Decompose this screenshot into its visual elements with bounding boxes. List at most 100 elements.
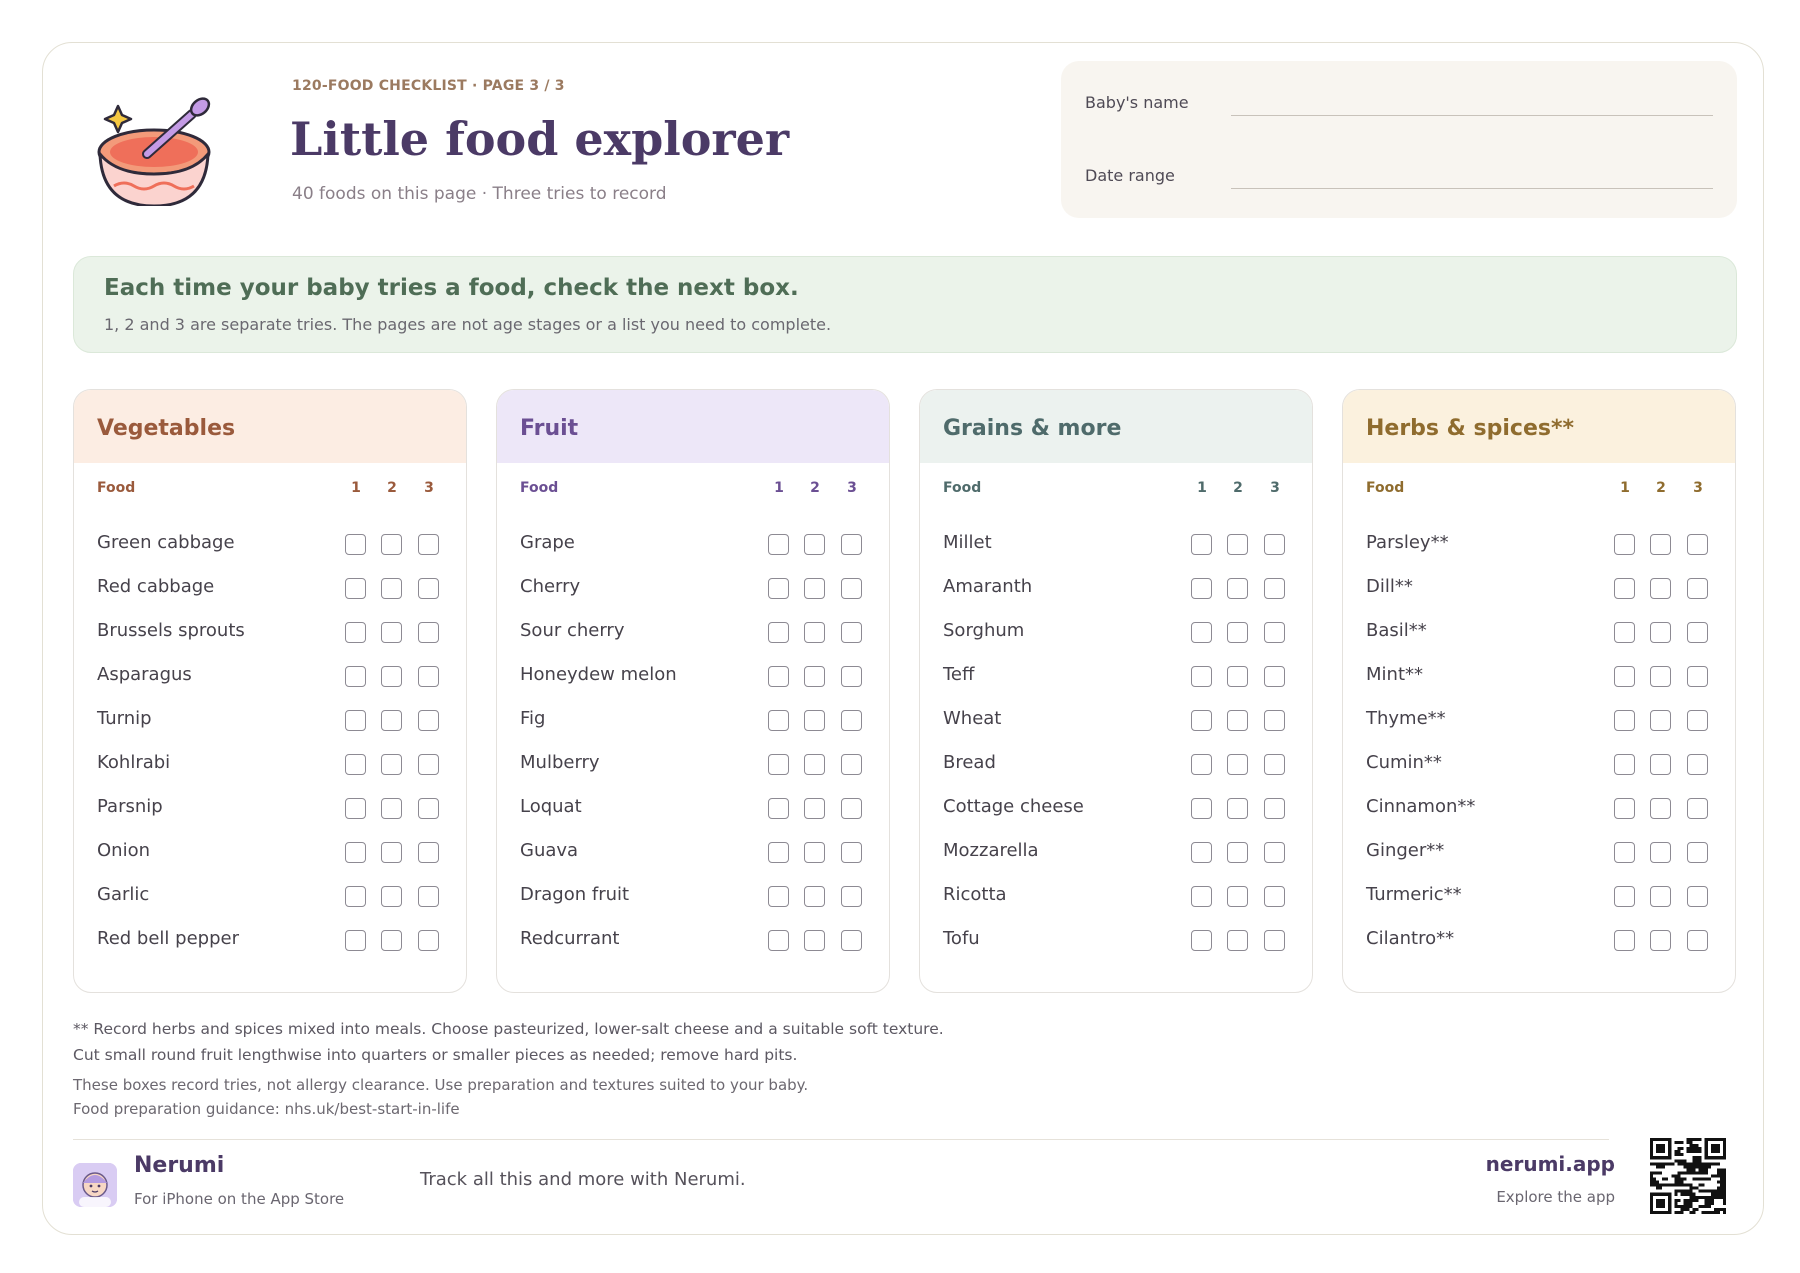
date-range-line[interactable]: [1231, 188, 1713, 189]
try-checkbox-2[interactable]: [1227, 578, 1248, 599]
try-checkbox-2[interactable]: [1227, 666, 1248, 687]
try-checkbox-3[interactable]: [841, 666, 862, 687]
try-checkbox-1[interactable]: [345, 666, 366, 687]
try-checkbox-3[interactable]: [1687, 930, 1708, 951]
try-checkbox-1[interactable]: [1614, 666, 1635, 687]
try-checkbox-1[interactable]: [1614, 930, 1635, 951]
try-checkbox-3[interactable]: [1264, 710, 1285, 731]
try-checkbox-1[interactable]: [345, 534, 366, 555]
try-checkbox-2[interactable]: [1650, 534, 1671, 555]
try-checkbox-1[interactable]: [1191, 578, 1212, 599]
try-checkbox-1[interactable]: [1614, 710, 1635, 731]
try-checkbox-3[interactable]: [1264, 886, 1285, 907]
try-checkbox-2[interactable]: [1227, 754, 1248, 775]
try-checkbox-1[interactable]: [345, 710, 366, 731]
try-checkbox-3[interactable]: [418, 534, 439, 555]
try-checkbox-3[interactable]: [1264, 842, 1285, 863]
try-checkbox-2[interactable]: [1650, 930, 1671, 951]
try-checkbox-2[interactable]: [1650, 842, 1671, 863]
try-checkbox-3[interactable]: [1687, 534, 1708, 555]
try-checkbox-1[interactable]: [1614, 578, 1635, 599]
try-checkbox-2[interactable]: [1227, 842, 1248, 863]
try-checkbox-2[interactable]: [1227, 622, 1248, 643]
try-checkbox-3[interactable]: [1264, 622, 1285, 643]
try-checkbox-3[interactable]: [1687, 710, 1708, 731]
try-checkbox-2[interactable]: [381, 578, 402, 599]
try-checkbox-2[interactable]: [804, 842, 825, 863]
try-checkbox-1[interactable]: [768, 534, 789, 555]
try-checkbox-2[interactable]: [1650, 754, 1671, 775]
try-checkbox-2[interactable]: [804, 754, 825, 775]
try-checkbox-3[interactable]: [1687, 666, 1708, 687]
try-checkbox-3[interactable]: [841, 842, 862, 863]
try-checkbox-1[interactable]: [345, 886, 366, 907]
try-checkbox-3[interactable]: [1264, 666, 1285, 687]
try-checkbox-3[interactable]: [418, 710, 439, 731]
try-checkbox-1[interactable]: [768, 798, 789, 819]
try-checkbox-1[interactable]: [1614, 798, 1635, 819]
try-checkbox-3[interactable]: [1687, 886, 1708, 907]
try-checkbox-1[interactable]: [1191, 930, 1212, 951]
try-checkbox-2[interactable]: [381, 930, 402, 951]
try-checkbox-2[interactable]: [804, 930, 825, 951]
try-checkbox-2[interactable]: [1227, 886, 1248, 907]
try-checkbox-3[interactable]: [841, 578, 862, 599]
try-checkbox-2[interactable]: [804, 622, 825, 643]
try-checkbox-1[interactable]: [1191, 886, 1212, 907]
try-checkbox-3[interactable]: [1264, 798, 1285, 819]
try-checkbox-3[interactable]: [418, 842, 439, 863]
try-checkbox-1[interactable]: [1614, 622, 1635, 643]
try-checkbox-3[interactable]: [1687, 754, 1708, 775]
try-checkbox-3[interactable]: [841, 798, 862, 819]
try-checkbox-1[interactable]: [1191, 710, 1212, 731]
try-checkbox-1[interactable]: [1191, 798, 1212, 819]
try-checkbox-1[interactable]: [345, 798, 366, 819]
try-checkbox-1[interactable]: [1614, 842, 1635, 863]
try-checkbox-2[interactable]: [1650, 622, 1671, 643]
try-checkbox-1[interactable]: [768, 578, 789, 599]
try-checkbox-3[interactable]: [418, 622, 439, 643]
try-checkbox-3[interactable]: [1687, 622, 1708, 643]
try-checkbox-3[interactable]: [841, 710, 862, 731]
try-checkbox-2[interactable]: [804, 666, 825, 687]
try-checkbox-3[interactable]: [418, 754, 439, 775]
try-checkbox-1[interactable]: [768, 754, 789, 775]
try-checkbox-1[interactable]: [1191, 666, 1212, 687]
try-checkbox-3[interactable]: [418, 578, 439, 599]
try-checkbox-1[interactable]: [1191, 842, 1212, 863]
try-checkbox-1[interactable]: [768, 886, 789, 907]
try-checkbox-1[interactable]: [345, 578, 366, 599]
try-checkbox-2[interactable]: [381, 710, 402, 731]
try-checkbox-3[interactable]: [1264, 578, 1285, 599]
try-checkbox-3[interactable]: [1687, 842, 1708, 863]
try-checkbox-2[interactable]: [1227, 930, 1248, 951]
try-checkbox-3[interactable]: [841, 754, 862, 775]
try-checkbox-1[interactable]: [345, 622, 366, 643]
try-checkbox-2[interactable]: [804, 798, 825, 819]
try-checkbox-1[interactable]: [1191, 754, 1212, 775]
try-checkbox-2[interactable]: [804, 886, 825, 907]
try-checkbox-3[interactable]: [418, 886, 439, 907]
try-checkbox-1[interactable]: [1614, 754, 1635, 775]
try-checkbox-1[interactable]: [1614, 886, 1635, 907]
try-checkbox-3[interactable]: [1264, 754, 1285, 775]
try-checkbox-3[interactable]: [1264, 930, 1285, 951]
try-checkbox-2[interactable]: [1650, 886, 1671, 907]
try-checkbox-1[interactable]: [768, 930, 789, 951]
try-checkbox-2[interactable]: [381, 842, 402, 863]
try-checkbox-3[interactable]: [418, 930, 439, 951]
try-checkbox-1[interactable]: [1191, 622, 1212, 643]
try-checkbox-1[interactable]: [1614, 534, 1635, 555]
try-checkbox-1[interactable]: [345, 930, 366, 951]
try-checkbox-3[interactable]: [418, 666, 439, 687]
try-checkbox-1[interactable]: [768, 710, 789, 731]
try-checkbox-3[interactable]: [841, 930, 862, 951]
try-checkbox-2[interactable]: [804, 534, 825, 555]
try-checkbox-3[interactable]: [1264, 534, 1285, 555]
try-checkbox-3[interactable]: [841, 534, 862, 555]
try-checkbox-2[interactable]: [381, 666, 402, 687]
try-checkbox-2[interactable]: [381, 798, 402, 819]
try-checkbox-2[interactable]: [1227, 710, 1248, 731]
try-checkbox-3[interactable]: [1687, 578, 1708, 599]
try-checkbox-2[interactable]: [381, 754, 402, 775]
